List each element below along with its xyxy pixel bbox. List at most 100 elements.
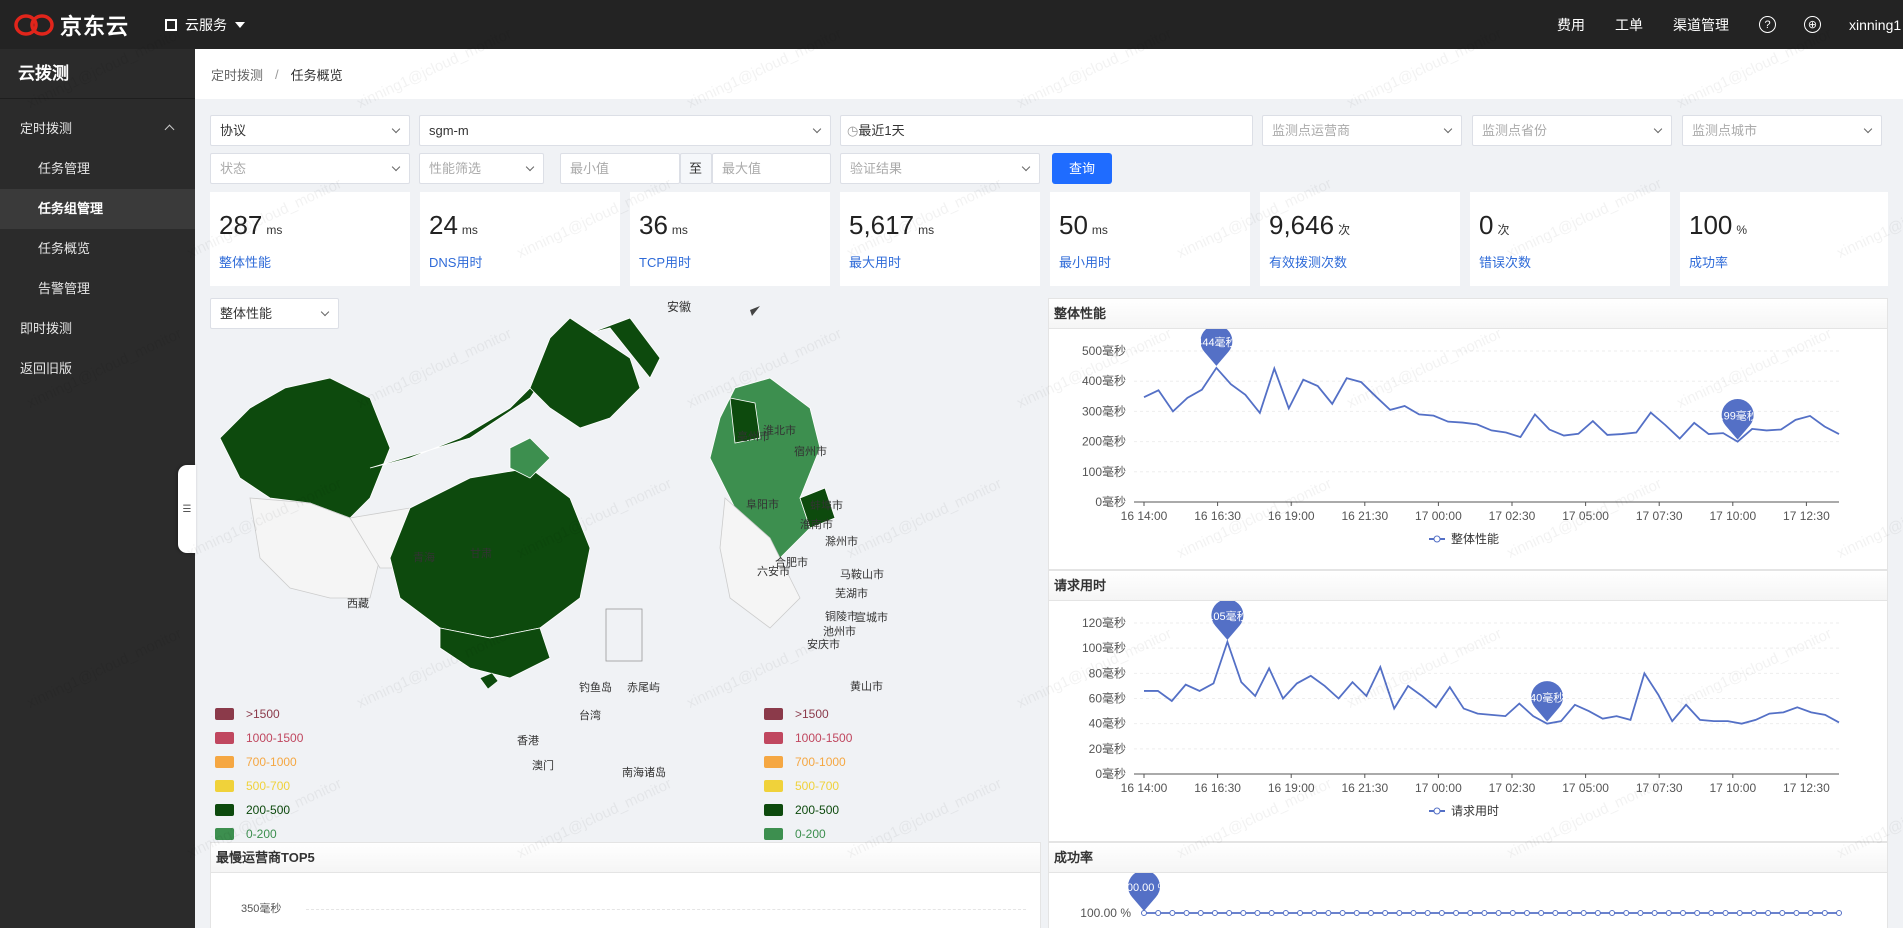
legend-item[interactable]: 500-700	[764, 779, 839, 793]
data-point[interactable]	[1169, 910, 1176, 916]
data-point[interactable]	[1509, 910, 1516, 916]
sidebar-item-scheduled[interactable]: 定时拨测	[0, 109, 195, 149]
data-point[interactable]	[1453, 910, 1460, 916]
data-point[interactable]	[1155, 910, 1162, 916]
data-point[interactable]	[1679, 910, 1686, 916]
anhui-province-icon	[750, 306, 760, 316]
chart-legend[interactable]: 请求用时	[1429, 804, 1499, 818]
data-point[interactable]	[1779, 910, 1786, 916]
legend-item[interactable]: 0-200	[764, 827, 826, 841]
data-point[interactable]	[1254, 910, 1261, 916]
status-select[interactable]: 状态	[210, 153, 410, 184]
data-point[interactable]	[1311, 910, 1318, 916]
data-point[interactable]	[1197, 910, 1204, 916]
brand-logo[interactable]: 京东云	[14, 9, 129, 41]
legend-item[interactable]: >1500	[764, 707, 829, 721]
status-placeholder: 状态	[220, 161, 247, 176]
data-point[interactable]	[1566, 910, 1573, 916]
legend-item[interactable]: 200-500	[215, 803, 290, 817]
chart-legend[interactable]: 整体性能	[1429, 531, 1499, 546]
isp-select[interactable]: 监测点运营商	[1262, 115, 1462, 146]
link-ticket[interactable]: 工单	[1615, 15, 1643, 35]
sidebar-item-task-group[interactable]: 任务组管理	[0, 189, 195, 229]
data-point[interactable]	[1580, 910, 1587, 916]
city-select[interactable]: 监测点城市	[1682, 115, 1882, 146]
data-point[interactable]	[1821, 910, 1828, 916]
data-point[interactable]	[1708, 910, 1715, 916]
data-point[interactable]	[1367, 910, 1374, 916]
data-point[interactable]	[1538, 910, 1545, 916]
legend-item[interactable]: 0-200	[215, 827, 277, 841]
data-point[interactable]	[1240, 910, 1247, 916]
data-point[interactable]	[1410, 910, 1417, 916]
province-select[interactable]: 监测点省份	[1472, 115, 1672, 146]
data-point[interactable]	[1211, 910, 1218, 916]
data-point[interactable]	[1382, 910, 1389, 916]
sidebar-item-task-overview[interactable]: 任务概览	[0, 229, 195, 269]
sidebar-item-task-manage[interactable]: 任务管理	[0, 149, 195, 189]
sidebar-item-instant[interactable]: 即时拨测	[0, 309, 195, 349]
data-point[interactable]	[1609, 910, 1616, 916]
legend-item[interactable]: 700-1000	[764, 755, 846, 769]
cloud-service-menu[interactable]: 云服务	[165, 15, 246, 35]
legend-item[interactable]: >1500	[215, 707, 280, 721]
perf-filter-select[interactable]: 性能筛选	[419, 153, 544, 184]
breadcrumb-parent[interactable]: 定时拨测	[211, 65, 263, 84]
legend-item[interactable]: 500-700	[215, 779, 290, 793]
sidebar-item-alarm[interactable]: 告警管理	[0, 269, 195, 309]
data-point[interactable]	[1807, 910, 1814, 916]
sidebar-item-old-version[interactable]: 返回旧版	[0, 349, 195, 389]
task-select[interactable]: sgm-m	[419, 115, 831, 146]
verify-result-select[interactable]: 验证结果	[840, 153, 1040, 184]
data-point[interactable]	[1339, 910, 1346, 916]
data-point[interactable]	[1750, 910, 1757, 916]
link-billing[interactable]: 费用	[1557, 15, 1585, 35]
legend-item[interactable]: 700-1000	[215, 755, 297, 769]
data-point[interactable]	[1665, 910, 1672, 916]
data-point[interactable]	[1793, 910, 1800, 916]
data-point[interactable]	[1297, 910, 1304, 916]
query-button[interactable]: 查询	[1052, 153, 1112, 184]
data-point[interactable]	[1268, 910, 1275, 916]
marker-pin[interactable]: 105毫秒	[1207, 599, 1248, 640]
legend-item[interactable]: 1000-1500	[215, 731, 303, 745]
marker-pin[interactable]: 444毫秒	[1196, 325, 1237, 366]
legend-item[interactable]: 1000-1500	[764, 731, 852, 745]
data-point[interactable]	[1282, 910, 1289, 916]
data-point[interactable]	[1141, 910, 1147, 916]
data-point[interactable]	[1765, 910, 1772, 916]
data-point[interactable]	[1694, 910, 1701, 916]
data-point[interactable]	[1424, 910, 1431, 916]
sidebar-collapse-handle[interactable]: ☰	[178, 465, 196, 553]
data-point[interactable]	[1523, 910, 1530, 916]
data-point[interactable]	[1481, 910, 1488, 916]
globe-icon[interactable]: ⊕	[1804, 16, 1821, 33]
data-point[interactable]	[1495, 910, 1502, 916]
min-value-input[interactable]: 最小值	[560, 153, 680, 184]
y-tick-label: 80毫秒	[1089, 665, 1126, 680]
data-point[interactable]	[1396, 910, 1403, 916]
data-point[interactable]	[1353, 910, 1360, 916]
data-point[interactable]	[1226, 910, 1233, 916]
time-range-picker[interactable]: ◷最近1天	[840, 115, 1253, 146]
data-point[interactable]	[1736, 910, 1743, 916]
data-point[interactable]	[1325, 910, 1332, 916]
protocol-select[interactable]: 协议	[210, 115, 410, 146]
data-point[interactable]	[1722, 910, 1729, 916]
data-point[interactable]	[1651, 910, 1658, 916]
data-point[interactable]	[1623, 910, 1630, 916]
link-channel[interactable]: 渠道管理	[1673, 15, 1729, 35]
data-point[interactable]	[1836, 910, 1842, 916]
user-name[interactable]: xinning1	[1849, 17, 1903, 33]
legend-item[interactable]: 200-500	[764, 803, 839, 817]
kpi-label: 最小用时	[1059, 255, 1112, 270]
data-point[interactable]	[1552, 910, 1559, 916]
marker-pin[interactable]: 40毫秒	[1530, 681, 1564, 722]
data-point[interactable]	[1467, 910, 1474, 916]
max-value-input[interactable]: 最大值	[712, 153, 831, 184]
data-point[interactable]	[1594, 910, 1601, 916]
help-icon[interactable]: ?	[1759, 16, 1776, 33]
data-point[interactable]	[1637, 910, 1644, 916]
data-point[interactable]	[1183, 910, 1190, 916]
data-point[interactable]	[1438, 910, 1445, 916]
